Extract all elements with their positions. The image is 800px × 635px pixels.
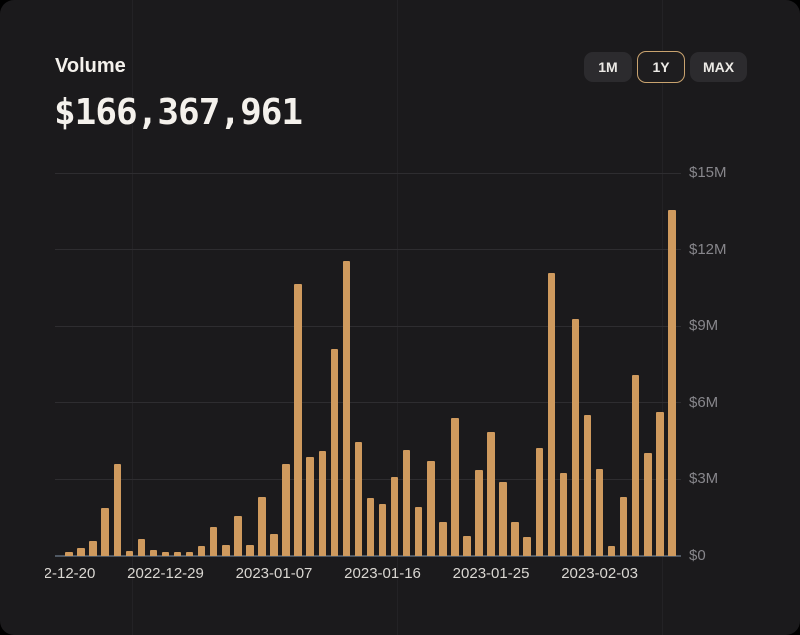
volume-bar-2023-02-05[interactable] [620, 497, 628, 556]
volume-bar-2023-01-12[interactable] [331, 349, 339, 556]
volume-bar-2022-12-21[interactable] [65, 552, 73, 556]
page-title: Volume [55, 55, 126, 78]
x-tick-label: 2023-01-16 [344, 563, 421, 585]
volume-bar-2023-01-16[interactable] [379, 504, 387, 556]
volume-bar-2023-01-11[interactable] [319, 451, 327, 556]
volume-bar-2022-12-29[interactable] [162, 552, 170, 556]
range-button-1m[interactable]: 1M [584, 52, 632, 82]
volume-bar-2023-01-05[interactable] [246, 545, 254, 556]
bars-layer [55, 150, 685, 556]
volume-bar-2022-12-27[interactable] [138, 539, 146, 556]
volume-bar-2022-12-28[interactable] [150, 550, 158, 556]
y-tick-label: $15M [689, 164, 727, 182]
volume-bar-2023-02-04[interactable] [608, 546, 616, 556]
y-tick-label: $12M [689, 241, 727, 259]
volume-bar-2023-01-30[interactable] [548, 273, 556, 556]
y-tick-label: $3M [689, 470, 718, 488]
range-button-max[interactable]: MAX [690, 52, 747, 82]
volume-bar-2023-02-06[interactable] [632, 375, 640, 556]
volume-bar-2023-01-15[interactable] [367, 498, 375, 556]
volume-bar-2023-02-07[interactable] [644, 453, 652, 556]
volume-bar-2023-01-02[interactable] [210, 527, 218, 556]
y-tick-label: $0 [689, 547, 706, 565]
range-button-1y[interactable]: 1Y [637, 51, 685, 83]
volume-bar-2023-01-03[interactable] [222, 545, 230, 556]
volume-bar-2023-01-19[interactable] [415, 507, 423, 556]
volume-bar-2023-01-31[interactable] [560, 473, 568, 556]
volume-bar-2023-02-03[interactable] [596, 469, 604, 556]
volume-bar-2023-02-08[interactable] [656, 412, 664, 556]
x-tick-label: 2023-02-03 [561, 563, 638, 585]
volume-bar-2022-12-26[interactable] [126, 551, 134, 556]
volume-bar-2022-12-25[interactable] [114, 464, 122, 556]
volume-bar-2023-01-07[interactable] [270, 534, 278, 556]
volume-bar-2023-01-27[interactable] [511, 522, 519, 556]
volume-bar-2023-01-06[interactable] [258, 497, 266, 556]
volume-bar-2023-01-24[interactable] [475, 470, 483, 556]
volume-bar-2023-01-25[interactable] [487, 432, 495, 556]
volume-bar-2023-01-29[interactable] [536, 448, 544, 556]
range-switcher: 1M1YMAX [584, 51, 747, 83]
volume-bar-2022-12-23[interactable] [89, 541, 97, 556]
x-tick-label: 2023-01-07 [236, 563, 313, 585]
x-tick-label: 2023-01-25 [453, 563, 530, 585]
volume-bar-2023-01-01[interactable] [198, 546, 206, 556]
volume-bar-2023-02-09[interactable] [668, 210, 676, 556]
volume-bar-2023-01-13[interactable] [343, 261, 351, 556]
volume-bar-2023-01-17[interactable] [391, 477, 399, 556]
volume-bar-2023-01-21[interactable] [439, 522, 447, 556]
volume-bar-2022-12-31[interactable] [186, 552, 194, 556]
total-volume-value: $166,367,961 [54, 92, 302, 133]
x-axis-labels: 2022-12-20 2022-12-29 2023-01-07 2023-01-16… [45, 563, 755, 585]
x-tick-label: 2022-12-29 [127, 563, 204, 585]
volume-bar-2022-12-22[interactable] [77, 548, 85, 556]
volume-bar-2023-01-14[interactable] [355, 442, 363, 556]
volume-bar-2023-01-22[interactable] [451, 418, 459, 556]
volume-bar-2022-12-24[interactable] [101, 508, 109, 556]
volume-bar-2023-01-09[interactable] [294, 284, 302, 556]
y-tick-label: $9M [689, 317, 718, 335]
volume-bar-2023-01-08[interactable] [282, 464, 290, 556]
y-tick-label: $6M [689, 394, 718, 412]
volume-bar-2023-01-28[interactable] [523, 537, 531, 556]
volume-card: Volume $166,367,961 1M1YMAX 2022-12-2020… [0, 0, 800, 635]
x-tick-label: 2022-12-20 [45, 563, 95, 585]
volume-bar-2023-01-20[interactable] [427, 461, 435, 556]
volume-bar-2022-12-30[interactable] [174, 552, 182, 556]
volume-bar-2023-02-02[interactable] [584, 415, 592, 556]
volume-bar-2023-01-04[interactable] [234, 516, 242, 556]
volume-bar-2023-02-01[interactable] [572, 319, 580, 556]
volume-bar-2023-01-10[interactable] [306, 457, 314, 556]
volume-bar-2023-01-23[interactable] [463, 536, 471, 556]
volume-bar-2023-01-18[interactable] [403, 450, 411, 556]
volume-bar-2023-01-26[interactable] [499, 482, 507, 556]
